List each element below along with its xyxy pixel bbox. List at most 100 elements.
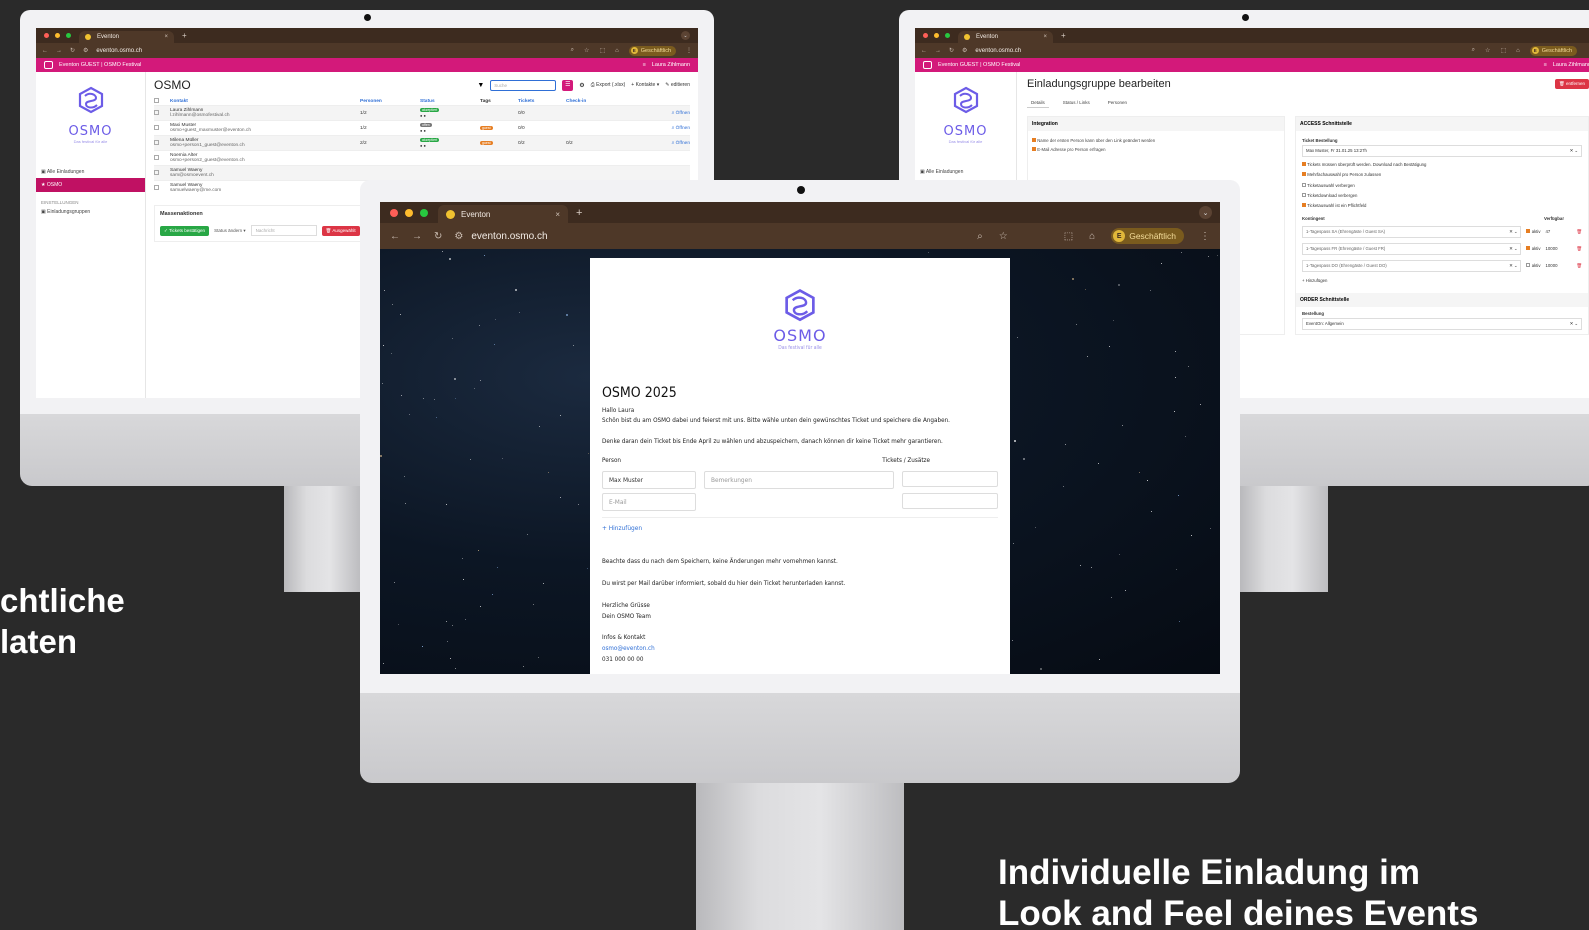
trash-icon[interactable]: 🗑 <box>1577 229 1582 235</box>
zoom-icon[interactable]: ⌕ <box>571 47 574 54</box>
access-option-checkbox[interactable]: Tickets müssen überprüft werden. Downloa… <box>1302 160 1582 170</box>
row-checkbox[interactable] <box>154 154 159 160</box>
col-tickets[interactable]: Tickets <box>518 98 566 106</box>
settings-icon[interactable]: ⚙ <box>579 82 584 89</box>
col-checkin[interactable]: Check-in <box>566 98 631 106</box>
site-settings-icon[interactable]: ⚙ <box>454 231 463 242</box>
list-view-button[interactable]: ☰ <box>562 79 574 91</box>
user-menu[interactable]: Laura Zihlmann <box>1553 62 1589 68</box>
order-select[interactable]: EventOn: Allgemein ✕ ⌄ <box>1302 317 1582 330</box>
email-input[interactable]: E-Mail <box>602 493 696 511</box>
hamburger-icon[interactable]: ≡ <box>643 62 646 68</box>
back-icon[interactable]: ← <box>42 48 48 54</box>
contacts-button[interactable]: + Kontakte ▾ <box>631 82 659 88</box>
close-tab-icon[interactable]: × <box>164 34 168 40</box>
message-input[interactable]: Nachricht <box>250 225 317 236</box>
reload-icon[interactable]: ↻ <box>434 231 442 242</box>
table-row[interactable]: Maxi Muster osmo+guest_maxmuster@eventon.… <box>154 120 690 136</box>
row-checkbox[interactable] <box>154 184 159 190</box>
table-row[interactable]: Laura Zihlmann l.zihlmann@osmofestival.ch… <box>154 105 690 121</box>
tab-search-icon[interactable]: ⌄ <box>1199 206 1212 219</box>
delete-selected-button[interactable]: 🗑 Ausgewählt <box>321 225 360 236</box>
zoom-icon[interactable]: ⌕ <box>1472 47 1475 54</box>
incognito-icon[interactable]: ⌂ <box>1516 48 1520 54</box>
menu-groups[interactable]: ▣ Einladungsgruppen <box>36 207 145 217</box>
access-option-checkbox[interactable]: Ticketauswahl verbergen <box>1302 181 1582 191</box>
menu-all-invites[interactable]: ▣ Alle Einladungen <box>915 166 1016 178</box>
add-person-link[interactable]: + Hinzufügen <box>602 524 998 532</box>
incognito-icon[interactable]: ⌂ <box>615 48 619 54</box>
user-menu[interactable]: Laura Zihlmann <box>652 62 690 68</box>
active-checkbox[interactable]: aktiv <box>1526 246 1541 251</box>
new-tab-button[interactable]: + <box>182 31 187 40</box>
contact-email-link[interactable]: osmo@eventon.ch <box>602 645 998 652</box>
trash-icon[interactable]: 🗑 <box>1577 246 1582 252</box>
site-settings-icon[interactable]: ⚙ <box>83 47 88 54</box>
table-row[interactable]: Milena Müller osmo+person1_guest@eventon.… <box>154 135 690 151</box>
extensions-icon[interactable]: ⬚ <box>1500 47 1506 54</box>
bookmark-star-icon[interactable]: ☆ <box>584 47 589 54</box>
clear-select-icon[interactable]: ✕ ⌄ <box>1570 148 1578 154</box>
back-icon[interactable]: ← <box>921 48 927 54</box>
table-row[interactable]: Samuel Waeny sam@osmoevent.ch <box>154 165 690 181</box>
active-checkbox[interactable]: aktiv <box>1526 229 1541 234</box>
ticket-select[interactable] <box>902 471 998 487</box>
menu-all-invites[interactable]: ▣ Alle Einladungen <box>36 166 145 178</box>
forward-icon[interactable]: → <box>412 231 422 242</box>
filter-icon[interactable]: ▼ <box>477 82 484 89</box>
zoom-icon[interactable]: ⌕ <box>977 231 983 242</box>
tab-personen[interactable]: Personen <box>1104 98 1131 108</box>
trash-icon[interactable]: 🗑 <box>1577 263 1582 269</box>
profile-button[interactable]: E Geschäftlich <box>1529 45 1577 56</box>
open-row-link[interactable]: ⌕ Öffnen <box>672 111 690 116</box>
app-logo-icon[interactable] <box>44 61 53 69</box>
row-checkbox[interactable] <box>154 124 159 130</box>
back-icon[interactable]: ← <box>390 231 400 242</box>
open-row-link[interactable]: ⌕ Öffnen <box>672 141 690 146</box>
incognito-icon[interactable]: ⌂ <box>1089 231 1095 242</box>
integration-option[interactable]: E-Mail Adresse pro Person erfragen <box>1032 145 1280 154</box>
clear-select-icon[interactable]: ✕ ⌄ <box>1509 263 1517 269</box>
access-option-checkbox[interactable]: Ticketauswahl ist ein Pflichtfeld <box>1302 201 1582 211</box>
name-input[interactable]: Max Muster <box>602 471 696 489</box>
hamburger-icon[interactable]: ≡ <box>1544 62 1547 68</box>
url-text[interactable]: eventon.osmo.ch <box>975 48 1021 54</box>
bookmark-star-icon[interactable]: ☆ <box>1485 47 1490 54</box>
menu-osmo[interactable]: ★ OSMO <box>36 178 145 192</box>
active-checkbox[interactable]: aktiv <box>1526 263 1541 268</box>
reload-icon[interactable]: ↻ <box>949 47 954 54</box>
row-checkbox[interactable] <box>154 169 159 175</box>
col-status[interactable]: Status <box>420 98 480 106</box>
clear-select-icon[interactable]: ✕ ⌄ <box>1509 229 1517 235</box>
new-tab-button[interactable]: + <box>576 207 582 219</box>
close-tab-icon[interactable]: × <box>1043 34 1047 40</box>
col-personen[interactable]: Personen <box>360 98 420 106</box>
ticket-order-select[interactable]: Max Muster, Fr 31.01.25 13:27h ✕ ⌄ <box>1302 145 1582 157</box>
kebab-menu-icon[interactable]: ⋮ <box>1200 231 1210 242</box>
access-option-checkbox[interactable]: Ticketdownload verbergen <box>1302 191 1582 201</box>
remarks-input[interactable]: Bemerkungen <box>704 471 894 489</box>
col-kontakt[interactable]: Kontakt <box>170 98 360 106</box>
select-all-checkbox[interactable] <box>154 98 159 103</box>
reload-icon[interactable]: ↻ <box>70 47 75 54</box>
browser-tab[interactable]: Eventon × <box>438 205 568 223</box>
browser-tab[interactable]: Eventon × <box>79 31 174 43</box>
table-row[interactable]: Noemia Alter osmo+person2_guest@eventon.c… <box>154 150 690 166</box>
search-input[interactable]: Suche <box>490 79 557 91</box>
remove-button[interactable]: 🗑 entfernen <box>1555 79 1589 89</box>
access-option-checkbox[interactable]: Mehrfachauswahl pro Person zulassen <box>1302 170 1582 180</box>
row-checkbox[interactable] <box>154 109 159 115</box>
url-text[interactable]: eventon.osmo.ch <box>471 231 547 242</box>
integration-option[interactable]: Name der ersten Person kann über den Lin… <box>1032 136 1280 145</box>
forward-icon[interactable]: → <box>56 48 62 54</box>
add-quota-button[interactable]: + Hinzufügen <box>1302 278 1582 283</box>
profile-button[interactable]: E Geschäftlich <box>1111 228 1184 244</box>
quota-select[interactable]: 1-Tagespass SA (Ehrengäste / Guest SA) ✕ … <box>1302 225 1522 238</box>
profile-button[interactable]: E Geschäftlich <box>628 45 676 56</box>
url-text[interactable]: eventon.osmo.ch <box>96 48 142 54</box>
kebab-menu-icon[interactable]: ⋮ <box>686 47 692 54</box>
col-tags[interactable]: Tags <box>480 98 518 106</box>
forward-icon[interactable]: → <box>935 48 941 54</box>
bookmark-star-icon[interactable]: ☆ <box>999 231 1008 242</box>
edit-button[interactable]: ✎ editieren <box>665 82 690 88</box>
